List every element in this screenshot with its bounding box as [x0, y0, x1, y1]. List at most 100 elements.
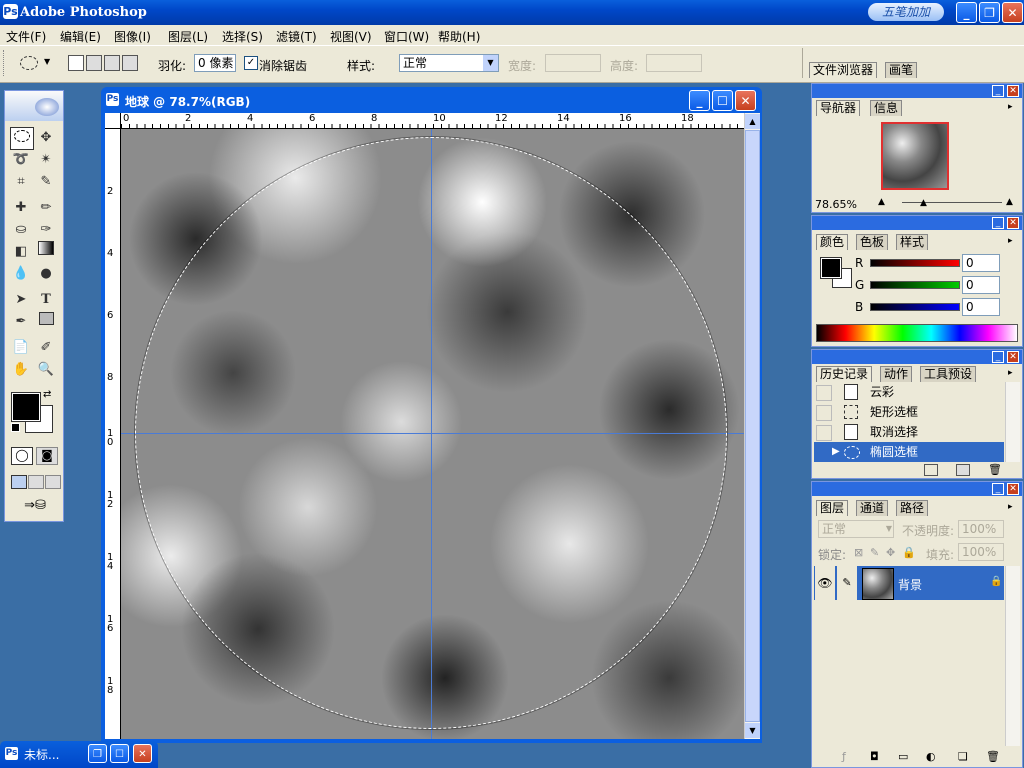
zoom-out-icon[interactable]: ▲: [878, 197, 885, 207]
minimized-document[interactable]: Ps 未标... ❐ ☐ ✕: [0, 741, 158, 768]
lock-move-icon[interactable]: ✥: [886, 546, 895, 559]
menu-window[interactable]: 窗口(W): [384, 28, 429, 45]
notes-tool-icon[interactable]: 📄: [10, 337, 32, 358]
panel-menu-icon[interactable]: ▸: [1008, 368, 1013, 378]
standard-mode-icon[interactable]: ◯: [11, 447, 33, 465]
zoom-tool-icon[interactable]: 🔍: [35, 359, 57, 380]
magic-wand-tool-icon[interactable]: ✴: [35, 149, 57, 170]
close-icon[interactable]: ✕: [1002, 2, 1023, 23]
fullscreen-mode-icon[interactable]: [45, 475, 61, 489]
color-spectrum-bar[interactable]: [816, 324, 1018, 342]
b-input[interactable]: 0: [962, 298, 1000, 316]
tab-info[interactable]: 信息: [870, 100, 903, 116]
lock-brush-icon[interactable]: ✎: [870, 546, 879, 559]
pen-tool-icon[interactable]: ✒: [10, 311, 32, 332]
lock-all-icon[interactable]: 🔒: [902, 546, 916, 559]
history-brush-tool-icon[interactable]: ✑: [35, 219, 57, 240]
trash-icon[interactable]: 🗑: [986, 750, 1000, 763]
g-input[interactable]: 0: [962, 276, 1000, 294]
menu-image[interactable]: 图像(I): [114, 28, 151, 45]
tab-styles[interactable]: 样式: [896, 234, 929, 250]
layer-mask-icon[interactable]: ◘: [870, 750, 879, 763]
lock-transparency-icon[interactable]: ⊠: [854, 546, 863, 559]
vertical-scrollbar[interactable]: ▲ ▼: [744, 113, 760, 739]
layer-set-icon[interactable]: ▭: [898, 750, 908, 763]
add-selection-icon[interactable]: [86, 55, 102, 71]
tab-history[interactable]: 历史记录: [816, 366, 873, 382]
tab-tool-presets[interactable]: 工具预设: [920, 366, 977, 382]
history-scrollbar[interactable]: [1005, 382, 1020, 462]
healing-brush-tool-icon[interactable]: ✚: [10, 197, 32, 218]
g-slider[interactable]: [870, 281, 960, 289]
menu-view[interactable]: 视图(V): [330, 28, 372, 45]
tab-brushes[interactable]: 画笔: [885, 62, 918, 78]
image-canvas[interactable]: [121, 129, 744, 739]
menu-file[interactable]: 文件(F): [6, 28, 46, 45]
ellipse-marquee-preset-icon[interactable]: [20, 56, 38, 70]
doc-minimize-icon[interactable]: _: [689, 90, 710, 111]
eye-icon[interactable]: 👁: [815, 566, 835, 600]
panel-close-icon[interactable]: ✕: [1007, 483, 1019, 495]
snapshot-checkbox[interactable]: [816, 385, 832, 401]
layers-scrollbar[interactable]: [1005, 566, 1020, 746]
panel-minimize-icon[interactable]: _: [992, 217, 1004, 229]
brush-tool-icon[interactable]: ✏: [35, 197, 57, 218]
tab-file-browser[interactable]: 文件浏览器: [809, 62, 878, 78]
history-item-selected[interactable]: ▶ 椭圆选框: [814, 442, 1004, 462]
maximize-icon[interactable]: ☐: [110, 744, 129, 763]
doc-maximize-icon[interactable]: ☐: [712, 90, 733, 111]
hand-tool-icon[interactable]: ✋: [10, 359, 32, 380]
dodge-tool-icon[interactable]: ●: [35, 263, 57, 284]
height-input[interactable]: [646, 54, 702, 72]
move-tool-icon[interactable]: ✥: [35, 127, 57, 148]
new-selection-icon[interactable]: [68, 55, 84, 71]
new-layer-icon[interactable]: ❏: [958, 750, 968, 763]
quick-mask-mode-icon[interactable]: ◙: [36, 447, 58, 465]
intersect-selection-icon[interactable]: [122, 55, 138, 71]
fill-input[interactable]: 100%: [958, 543, 1004, 561]
panel-minimize-icon[interactable]: _: [992, 85, 1004, 97]
brush-link-icon[interactable]: ✎: [837, 566, 857, 600]
style-select[interactable]: 正常 ▼: [399, 54, 499, 72]
close-icon[interactable]: ✕: [133, 744, 152, 763]
foreground-color-swatch[interactable]: [11, 392, 41, 422]
new-document-from-state-icon[interactable]: [924, 464, 938, 476]
fg-color-chip[interactable]: [820, 257, 842, 279]
minimize-icon[interactable]: _: [956, 2, 977, 23]
menu-layer[interactable]: 图层(L): [168, 28, 208, 45]
blend-mode-select[interactable]: 正常 ▼: [818, 520, 894, 538]
panel-minimize-icon[interactable]: _: [992, 483, 1004, 495]
lasso-tool-icon[interactable]: ➰: [10, 149, 32, 170]
panel-minimize-icon[interactable]: _: [992, 351, 1004, 363]
history-item[interactable]: 矩形选框: [814, 402, 1004, 422]
restore-icon[interactable]: ❐: [979, 2, 1000, 23]
shape-tool-icon[interactable]: [35, 311, 57, 332]
slice-tool-icon[interactable]: ✎: [35, 171, 57, 192]
adjustment-layer-icon[interactable]: ◐: [926, 750, 936, 763]
panel-menu-icon[interactable]: ▸: [1008, 502, 1013, 512]
subtract-selection-icon[interactable]: [104, 55, 120, 71]
zoom-readout[interactable]: 78.65%: [815, 198, 857, 211]
snapshot-checkbox[interactable]: [816, 405, 832, 421]
tab-swatches[interactable]: 色板: [856, 234, 889, 250]
fullscreen-menu-mode-icon[interactable]: [28, 475, 44, 489]
opacity-input[interactable]: 100%: [958, 520, 1004, 538]
type-tool-icon[interactable]: T: [35, 289, 57, 310]
tab-channels[interactable]: 通道: [856, 500, 889, 516]
width-input[interactable]: [545, 54, 601, 72]
history-item[interactable]: 取消选择: [814, 422, 1004, 442]
snapshot-checkbox[interactable]: [816, 425, 832, 441]
path-selection-tool-icon[interactable]: ➤: [10, 289, 32, 310]
layer-row[interactable]: 👁 ✎ 背景 🔒: [814, 566, 1004, 600]
panel-menu-icon[interactable]: ▸: [1008, 102, 1013, 112]
menu-filter[interactable]: 滤镜(T): [276, 28, 317, 45]
new-snapshot-icon[interactable]: [956, 464, 970, 476]
menu-select[interactable]: 选择(S): [222, 28, 263, 45]
r-slider[interactable]: [870, 259, 960, 267]
jump-to-imageready-icon[interactable]: ⇒⛁: [11, 497, 59, 515]
trash-icon[interactable]: 🗑: [988, 463, 1002, 476]
antialias-checkbox[interactable]: ✓: [244, 56, 258, 70]
tab-layers[interactable]: 图层: [816, 500, 849, 516]
tab-color[interactable]: 颜色: [816, 234, 849, 250]
menu-help[interactable]: 帮助(H): [438, 28, 480, 45]
